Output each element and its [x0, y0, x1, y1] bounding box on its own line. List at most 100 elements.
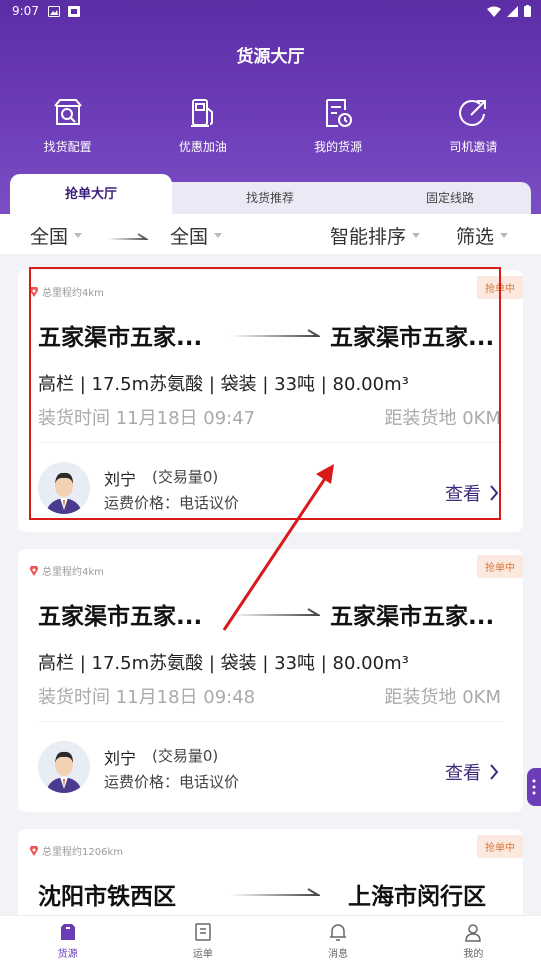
page-title: 货源大厅: [236, 47, 305, 67]
signal-icon: [507, 5, 518, 17]
quick-action-my-cargo[interactable]: 我的货源: [271, 96, 406, 155]
load-time: 装货时间 11月18日 09:47: [38, 408, 256, 429]
driver-avatar-icon: [46, 472, 82, 514]
quick-action-fuel[interactable]: 优惠加油: [135, 96, 270, 155]
tab-bar: 抢单大厅 找货推荐 固定线路: [10, 174, 531, 214]
nav-label: 消息: [328, 949, 349, 960]
destination-city: 五家渠市五家...: [330, 604, 495, 630]
share-arrow-icon: [459, 99, 487, 126]
view-button[interactable]: 查看: [445, 480, 499, 506]
view-button-label: 查看: [445, 484, 481, 505]
divider: [38, 721, 503, 722]
total-distance-text: 总里程约4km: [42, 567, 104, 578]
quick-action-label: 优惠加油: [178, 140, 227, 154]
sort-filter-label: 智能排序: [330, 226, 407, 248]
caret-down-icon: [214, 233, 223, 238]
caret-down-icon: [412, 233, 421, 238]
wifi-icon: [487, 6, 501, 17]
location-pin-icon: [30, 845, 38, 856]
trade-count: (交易量0): [152, 468, 219, 486]
origin-filter[interactable]: 全国: [30, 222, 83, 249]
cargo-list-icon: [326, 99, 353, 127]
more-dots-icon: [532, 779, 536, 795]
total-distance: 总里程约4km: [30, 563, 104, 578]
total-distance: 总里程约1206km: [30, 843, 123, 858]
cargo-specs: 高栏 | 17.5m苏氨酸 | 袋装 | 33吨 | 80.00m³: [38, 653, 409, 674]
origin-city: 沈阳市铁西区: [38, 884, 176, 910]
destination-filter[interactable]: 全国: [170, 222, 223, 249]
destination-filter-label: 全国: [170, 226, 209, 248]
divider: [38, 442, 503, 443]
freight-price: 运费价格：电话议价: [104, 773, 240, 791]
quick-action-label: 我的货源: [314, 140, 363, 154]
user-icon: [465, 924, 482, 942]
quick-action-find-config[interactable]: 找货配置: [0, 96, 135, 155]
nav-label: 运单: [192, 949, 213, 960]
battery-icon: [524, 5, 531, 17]
nav-label: 我的: [463, 949, 484, 960]
filter-button[interactable]: 筛选: [456, 222, 509, 249]
cargo-specs: 高栏 | 17.5m苏氨酸 | 袋装 | 33吨 | 80.00m³: [38, 374, 409, 395]
route-arrow-icon: [230, 608, 320, 616]
quick-action-driver-invite[interactable]: 司机邀请: [406, 96, 541, 155]
driver-avatar-icon: [46, 751, 82, 793]
tab-fixed-route[interactable]: 固定线路: [370, 182, 530, 214]
freight-price: 运费价格：电话议价: [104, 494, 240, 512]
side-drawer-handle[interactable]: [527, 768, 541, 806]
search-doc-icon: [53, 99, 82, 125]
route-arrow-icon: [108, 233, 148, 240]
fuel-pump-icon: [190, 99, 213, 127]
filter-bar: 全国 全国 智能排序 筛选: [0, 214, 541, 254]
load-distance: 距装货地 0KM: [384, 408, 501, 429]
status-icons: [487, 5, 531, 17]
location-pin-icon: [30, 565, 38, 576]
load-time: 装货时间 11月18日 09:48: [38, 687, 256, 708]
chevron-right-icon: [490, 764, 499, 780]
status-bar: 9:07: [0, 0, 541, 24]
bell-icon: [330, 924, 347, 941]
photo-notification-icon: [48, 6, 60, 17]
bottom-nav: 货源 运单 消息 我的: [0, 915, 541, 961]
origin-filter-label: 全国: [30, 226, 69, 248]
nav-label: 货源: [57, 949, 78, 960]
status-badge: 抢单中: [477, 276, 523, 299]
destination-city: 五家渠市五家...: [330, 325, 495, 351]
status-badge: 抢单中: [477, 835, 523, 858]
total-distance-text: 总里程约1206km: [42, 847, 123, 858]
total-distance: 总里程约4km: [30, 284, 104, 299]
view-button[interactable]: 查看: [445, 759, 499, 785]
nav-cargo[interactable]: 货源: [0, 916, 135, 961]
origin-city: 五家渠市五家...: [38, 604, 203, 630]
view-button-label: 查看: [445, 763, 481, 784]
quick-action-label: 司机邀请: [449, 140, 498, 154]
destination-city: 上海市闵行区: [348, 884, 486, 910]
route-arrow-icon: [230, 888, 320, 896]
sort-filter[interactable]: 智能排序: [330, 222, 421, 249]
load-distance: 距装货地 0KM: [384, 687, 501, 708]
status-time: 9:07: [12, 4, 39, 18]
quick-actions: 找货配置 优惠加油 我的货源 司机邀请: [0, 96, 541, 155]
avatar: [38, 741, 90, 793]
app-notification-icon: [68, 6, 80, 17]
trade-count: (交易量0): [152, 747, 219, 765]
origin-city: 五家渠市五家...: [38, 325, 203, 351]
route-arrow-icon: [230, 329, 320, 337]
waybill-icon: [195, 923, 211, 941]
driver-name: 刘宁: [104, 749, 137, 768]
cargo-card[interactable]: 总里程约1206km 抢单中 沈阳市铁西区 上海市闵行区: [18, 829, 523, 915]
location-pin-icon: [30, 286, 38, 297]
nav-waybill[interactable]: 运单: [135, 916, 270, 961]
tab-recommend[interactable]: 找货推荐: [190, 182, 350, 214]
tab-grab-hall[interactable]: 抢单大厅: [10, 174, 172, 214]
caret-down-icon: [500, 233, 509, 238]
cargo-card[interactable]: 总里程约4km 抢单中 五家渠市五家... 五家渠市五家... 高栏 | 17.…: [18, 270, 523, 532]
avatar: [38, 462, 90, 514]
nav-messages[interactable]: 消息: [271, 916, 406, 961]
cargo-card[interactable]: 总里程约4km 抢单中 五家渠市五家... 五家渠市五家... 高栏 | 17.…: [18, 549, 523, 812]
status-badge: 抢单中: [477, 555, 523, 578]
caret-down-icon: [74, 233, 83, 238]
total-distance-text: 总里程约4km: [42, 288, 104, 299]
driver-name: 刘宁: [104, 470, 137, 489]
cargo-box-icon: [60, 924, 75, 940]
nav-profile[interactable]: 我的: [406, 916, 541, 961]
